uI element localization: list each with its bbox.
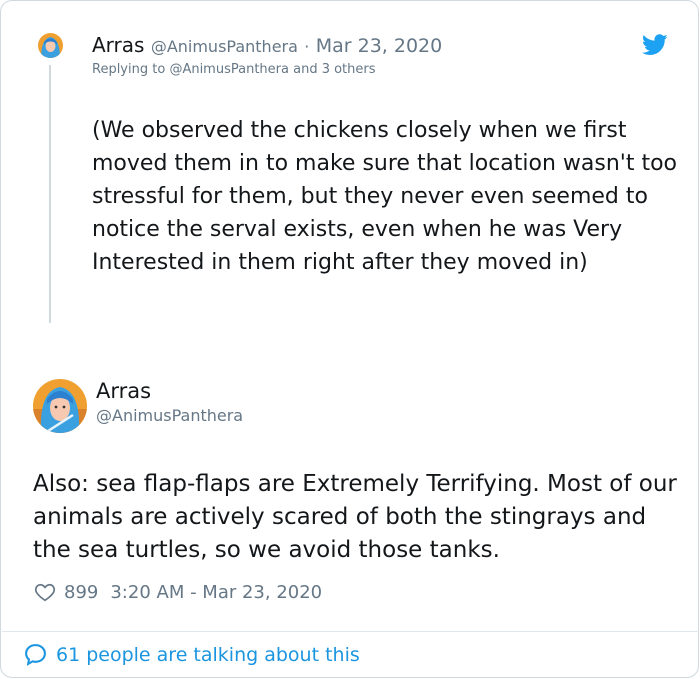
reply-separator: · — [304, 37, 310, 56]
tweet-embed-card: Arras @AnimusPanthera · Mar 23, 2020 Rep… — [0, 0, 699, 678]
tweet-text: Also: sea flap-flaps are Extremely Terri… — [33, 471, 677, 563]
replying-mention[interactable]: @AnimusPanthera — [169, 62, 289, 77]
reply-author-name[interactable]: Arras — [92, 33, 144, 57]
author-name[interactable]: Arras — [96, 379, 151, 403]
thread-connector-line — [49, 65, 51, 323]
talking-text[interactable]: 61 people are talking about this — [56, 644, 360, 666]
speech-bubble-icon — [25, 644, 46, 666]
replying-prefix: Replying to — [92, 62, 166, 77]
reply-avatar[interactable] — [38, 33, 63, 58]
author-avatar[interactable] — [33, 379, 87, 433]
heart-icon[interactable] — [34, 581, 56, 603]
conversation-link[interactable]: 61 people are talking about this — [23, 642, 360, 667]
reply-author-handle[interactable]: @AnimusPanthera — [151, 37, 298, 56]
tweet-timestamp[interactable]: 3:20 AM - Mar 23, 2020 — [110, 582, 322, 603]
replying-to-line: Replying to @AnimusPanthera and 3 others — [92, 62, 376, 77]
footer-divider — [2, 631, 699, 632]
twitter-bird-icon[interactable] — [642, 34, 668, 56]
tweet-meta: 899 3:20 AM - Mar 23, 2020 — [34, 580, 322, 604]
like-count[interactable]: 899 — [64, 582, 98, 603]
reply-text: (We observed the chickens closely when w… — [92, 118, 677, 275]
author-handle[interactable]: @AnimusPanthera — [96, 406, 243, 425]
reply-date[interactable]: Mar 23, 2020 — [316, 35, 443, 57]
reply-header: Arras @AnimusPanthera · Mar 23, 2020 — [92, 33, 442, 57]
replying-suffix[interactable]: and 3 others — [293, 62, 375, 77]
